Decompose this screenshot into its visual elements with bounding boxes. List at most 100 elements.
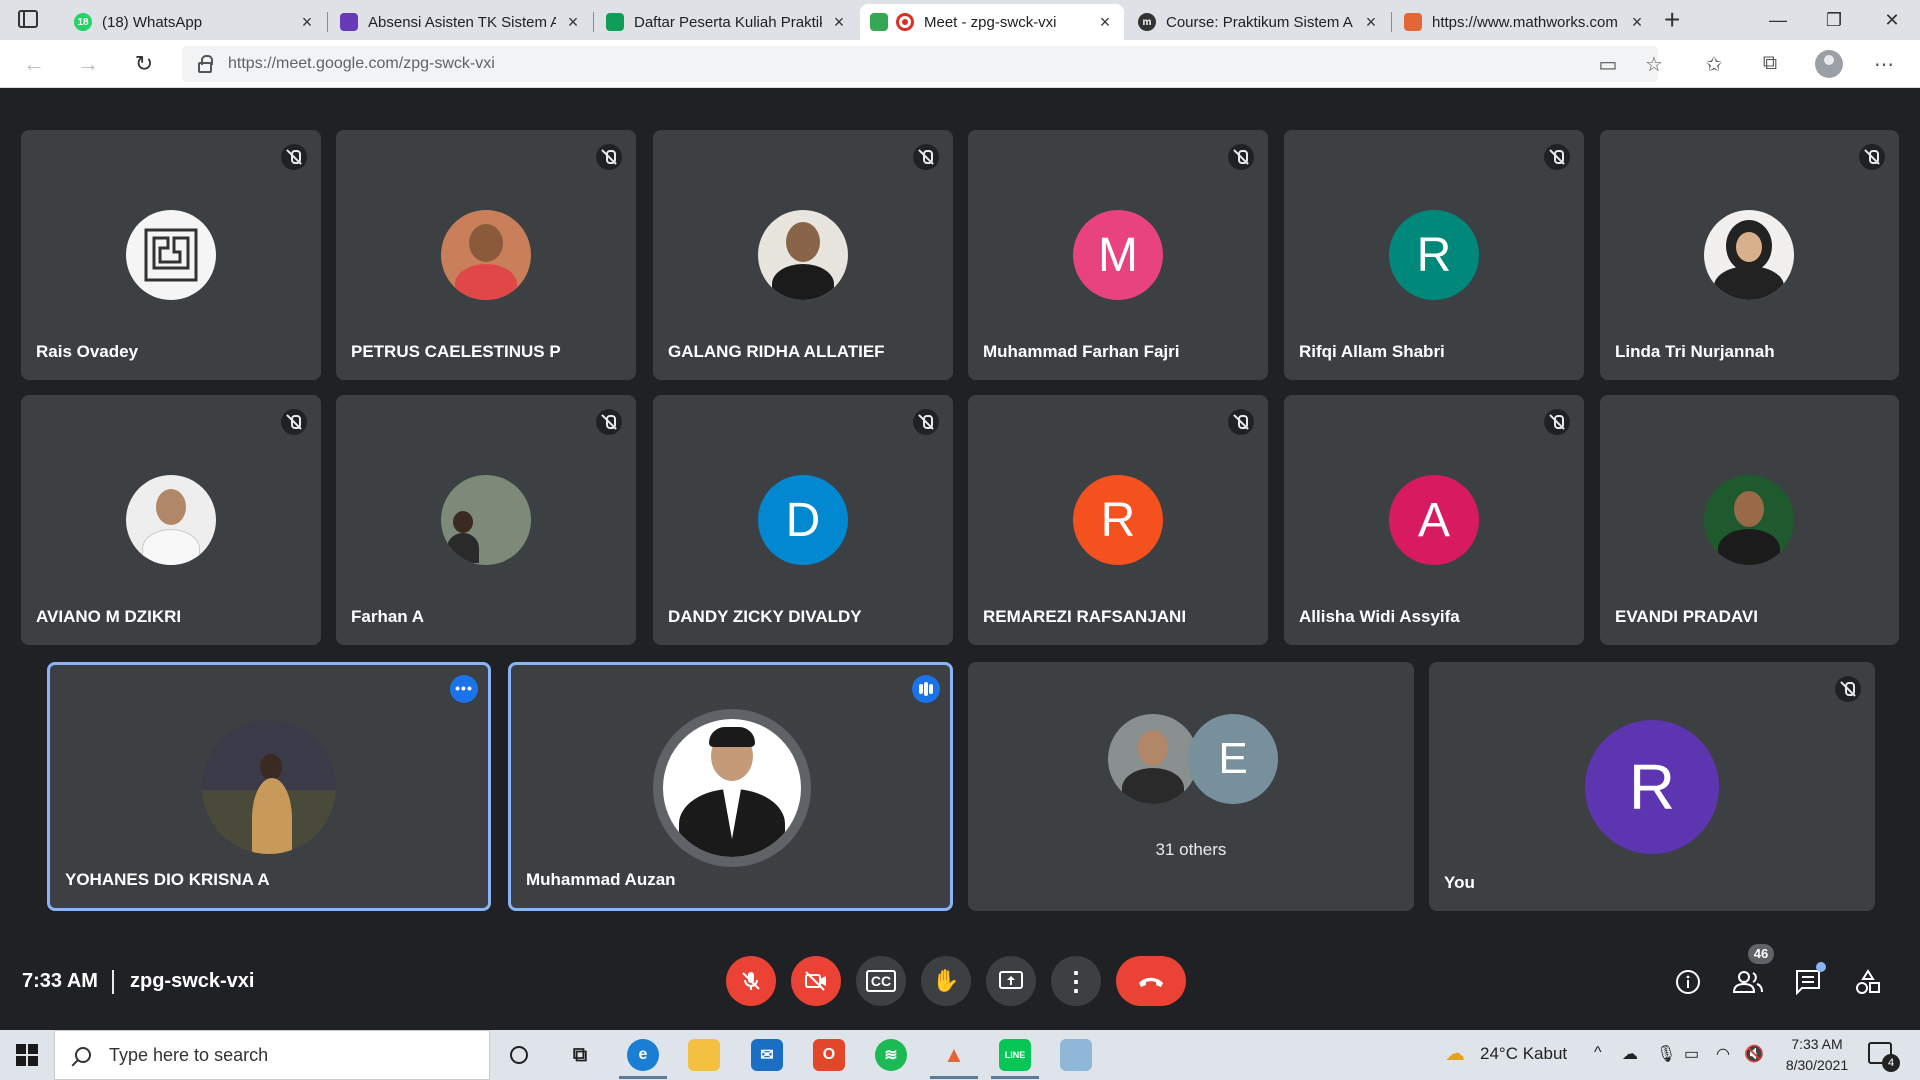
captions-button[interactable]: CC [856, 956, 906, 1006]
close-tab-icon[interactable]: × [1628, 12, 1646, 33]
participant-name: PETRUS CAELESTINUS P [351, 342, 561, 361]
cortana-icon[interactable] [503, 1039, 535, 1071]
back-arrow-icon[interactable]: ← [18, 48, 50, 80]
minimize-icon[interactable]: — [1758, 4, 1798, 36]
search-icon [75, 1047, 91, 1063]
clock-date: 8/30/2021 [1785, 1057, 1849, 1073]
tab-label: Daftar Peserta Kuliah Praktik [634, 13, 822, 31]
participant-tile[interactable]: Farhan A [336, 395, 636, 645]
participant-tile[interactable]: A Allisha Widi Assyifa [1284, 395, 1584, 645]
taskbar-clock[interactable]: 7:33 AM 8/30/2021 [1776, 1034, 1858, 1076]
favorites-icon[interactable]: ✩ [1702, 52, 1726, 77]
close-tab-icon[interactable]: × [298, 12, 316, 33]
close-tab-icon[interactable]: × [830, 12, 848, 33]
close-tab-icon[interactable]: × [1362, 12, 1380, 33]
collections-icon[interactable]: ⧉ [1758, 52, 1782, 75]
edge-browser-icon[interactable]: e [627, 1039, 659, 1071]
mail-icon[interactable]: ✉ [751, 1039, 783, 1071]
volume-muted-icon[interactable]: 🔇 [1744, 1044, 1764, 1064]
close-tab-icon[interactable]: × [564, 12, 582, 33]
task-view-icon[interactable]: ⧉ [564, 1039, 596, 1071]
matlab-icon[interactable]: ▲ [938, 1039, 970, 1071]
close-tab-icon[interactable]: × [1096, 12, 1114, 33]
avatar-initial: R [1389, 210, 1479, 300]
tab-mathworks[interactable]: https://www.mathworks.com × [1394, 4, 1656, 40]
profile-avatar[interactable] [1815, 50, 1843, 78]
captions-icon: CC [865, 970, 897, 992]
weather-text[interactable]: 24°C Kabut [1480, 1044, 1567, 1064]
line-app-icon[interactable]: LINE [999, 1039, 1031, 1071]
muted-mic-icon [1544, 409, 1570, 435]
recording-icon [896, 13, 914, 31]
weather-icon[interactable]: ☁ [1445, 1041, 1465, 1066]
tab-course[interactable]: m Course: Praktikum Sistem A × [1128, 4, 1390, 40]
reload-icon[interactable]: ↻ [128, 48, 160, 80]
taskbar-search-box[interactable]: Type here to search [54, 1030, 490, 1080]
file-explorer-icon[interactable] [688, 1039, 720, 1071]
participant-tile[interactable]: D DANDY ZICKY DIVALDY [653, 395, 953, 645]
google-sheets-icon [606, 13, 624, 31]
participant-tile[interactable]: R REMAREZI RAFSANJANI [968, 395, 1268, 645]
spotify-icon[interactable]: ≋ [875, 1039, 907, 1071]
add-favorite-icon[interactable]: ☆ [1642, 52, 1666, 77]
moodle-icon: m [1138, 13, 1156, 31]
participant-tile[interactable]: EVANDI PRADAVI [1600, 395, 1899, 645]
tab-whatsapp[interactable]: 18 (18) WhatsApp × [64, 4, 326, 40]
avatar-photo [202, 720, 336, 854]
participant-tile-active[interactable]: ••• YOHANES DIO KRISNA A [47, 662, 491, 911]
new-tab-button[interactable]: + [1664, 4, 1680, 36]
avatar-initial: R [1585, 720, 1719, 854]
others-count: 31 others [1155, 840, 1227, 859]
participant-tile[interactable]: Rais Ovadey [21, 130, 321, 380]
others-tile[interactable]: E 31 others [968, 662, 1414, 911]
app-icon[interactable] [1060, 1039, 1092, 1071]
camera-in-use-icon[interactable]: ▭ [1596, 52, 1620, 77]
self-tile[interactable]: R You [1429, 662, 1875, 911]
people-button[interactable] [1732, 966, 1764, 998]
tab-separator [1391, 12, 1392, 32]
tab-actions-menu-icon[interactable] [18, 10, 38, 28]
leave-call-button[interactable] [1116, 956, 1186, 1006]
more-options-button[interactable]: ⋮ [1051, 956, 1101, 1006]
tab-separator [593, 12, 594, 32]
battery-icon[interactable]: ▭ [1684, 1044, 1699, 1064]
participant-tile[interactable]: R Rifqi Allam Shabri [1284, 130, 1584, 380]
show-hidden-icons[interactable]: ^ [1594, 1044, 1602, 1062]
restore-icon[interactable]: ❐ [1814, 4, 1854, 36]
participant-count-badge: 46 [1748, 944, 1774, 964]
participant-tile[interactable]: PETRUS CAELESTINUS P [336, 130, 636, 380]
more-options-icon[interactable]: ••• [450, 675, 478, 703]
windows-start-icon[interactable] [16, 1044, 38, 1066]
participant-name: REMAREZI RAFSANJANI [983, 607, 1187, 626]
present-screen-button[interactable] [986, 956, 1036, 1006]
participant-name: Allisha Widi Assyifa [1299, 607, 1460, 626]
participant-name: EVANDI PRADAVI [1615, 607, 1758, 626]
notification-center-icon[interactable]: 4 [1868, 1042, 1900, 1072]
microphone-off-button[interactable] [726, 956, 776, 1006]
tab-daftar-peserta[interactable]: Daftar Peserta Kuliah Praktik × [596, 4, 858, 40]
forward-arrow-icon[interactable]: → [72, 48, 104, 80]
muted-mic-icon [913, 144, 939, 170]
activities-button[interactable] [1852, 966, 1884, 998]
wifi-icon[interactable]: ◠ [1716, 1044, 1730, 1064]
onedrive-icon[interactable]: ☁ [1622, 1044, 1638, 1064]
office-icon[interactable]: O [813, 1039, 845, 1071]
participant-tile[interactable]: AVIANO M DZIKRI [21, 395, 321, 645]
microphone-tray-icon[interactable]: 🎙 [1656, 1044, 1676, 1064]
participant-tile[interactable]: Linda Tri Nurjannah [1600, 130, 1899, 380]
tab-absensi[interactable]: Absensi Asisten TK Sistem A × [330, 4, 592, 40]
url-field[interactable]: https://meet.google.com/zpg-swck-vxi [182, 46, 1658, 82]
camera-off-button[interactable] [791, 956, 841, 1006]
settings-more-icon[interactable]: ⋯ [1872, 52, 1896, 77]
windows-taskbar: Type here to search ⧉ e ✉ O ≋ ▲ LINE ☁ 2… [0, 1030, 1920, 1080]
participant-tile[interactable]: M Muhammad Farhan Fajri [968, 130, 1268, 380]
close-window-icon[interactable]: ✕ [1872, 4, 1912, 36]
url-text[interactable]: https://meet.google.com/zpg-swck-vxi [228, 55, 495, 73]
avatar-photo [126, 210, 216, 300]
avatar-initial: A [1389, 475, 1479, 565]
participant-tile-speaking[interactable]: Muhammad Auzan [508, 662, 953, 911]
raise-hand-button[interactable]: ✋ [921, 956, 971, 1006]
meeting-details-button[interactable] [1672, 966, 1704, 998]
tab-meet[interactable]: Meet - zpg-swck-vxi × [860, 4, 1124, 40]
participant-tile[interactable]: GALANG RIDHA ALLATIEF [653, 130, 953, 380]
